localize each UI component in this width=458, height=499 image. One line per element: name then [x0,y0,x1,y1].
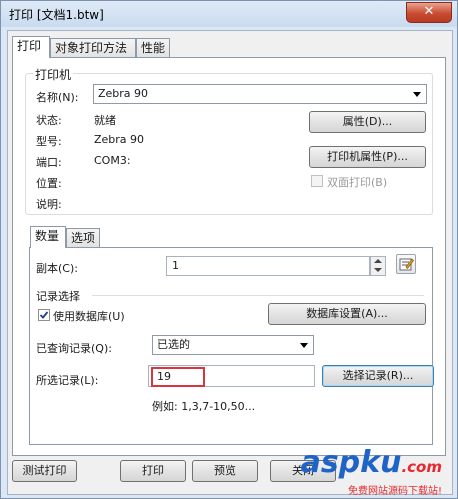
duplex-checkbox[interactable] [311,175,323,187]
watermark-brand-text: aspku [300,445,402,480]
print-dialog: 打印 [文档1.btw] ✕ 打印 对象打印方法 性能 打印机 名称(N): Z… [0,0,458,499]
tab-performance[interactable]: 性能 [136,38,170,58]
location-label: 位置: [36,177,62,190]
preview-button[interactable]: 预览 [192,460,258,482]
tab-options[interactable]: 选项 [66,228,100,248]
port-value: COM3: [94,154,131,167]
tab-quantity[interactable]: 数量 [30,226,66,248]
print-button[interactable]: 打印 [120,460,186,482]
watermark-domain: .com [401,458,442,476]
use-database-label: 使用数据库(U) [53,310,125,323]
chevron-down-icon [300,343,308,348]
edit-list-icon [399,258,414,271]
database-settings-button[interactable]: 数据库设置(A)... [268,303,426,325]
print-tab-panel: 打印机 名称(N): Zebra 90 状态: 就绪 型号: Zebra 90 … [12,57,446,456]
status-label: 状态: [36,114,62,127]
duplex-label: 双面打印(B) [327,176,388,189]
spin-up-icon[interactable] [374,259,382,263]
copies-input[interactable]: 1 [166,256,370,276]
example-hint: 例如: 1,3,7-10,50... [152,400,256,413]
chevron-down-icon [413,92,421,97]
copies-label: 副本(C): [36,262,78,275]
properties-button[interactable]: 属性(D)... [309,111,426,133]
queried-records-value: 已选的 [157,338,190,351]
tab-object-print-method[interactable]: 对象打印方法 [50,38,136,58]
model-value: Zebra 90 [94,133,145,146]
watermark-brand: aspku.com [301,447,442,483]
selected-records-highlight: 19 [151,367,205,387]
tab-print[interactable]: 打印 [12,36,50,58]
status-value: 就绪 [94,114,116,127]
printer-group-label: 打印机 [33,66,74,83]
selected-records-label: 所选记录(L): [36,374,99,387]
model-label: 型号: [36,135,62,148]
comment-label: 说明: [36,198,62,211]
printer-name-dropdown[interactable]: Zebra 90 [93,84,427,104]
test-print-button[interactable]: 测试打印 [12,460,77,482]
queried-records-label: 已查询记录(Q): [36,342,112,355]
record-selection-divider [92,295,424,296]
selected-records-input[interactable]: 19 [148,365,315,387]
use-database-checkbox[interactable] [38,309,50,321]
checkmark-icon [39,311,49,319]
title-bar: 打印 [文档1.btw] ✕ [1,1,457,27]
window-title: 打印 [文档1.btw] [9,8,104,22]
printer-properties-button[interactable]: 打印机属性(P)... [309,146,426,168]
queried-records-dropdown[interactable]: 已选的 [152,335,314,355]
close-icon[interactable]: ✕ [406,2,452,23]
port-label: 端口: [36,156,62,169]
selected-records-value: 19 [157,370,171,383]
record-selection-label: 记录选择 [36,290,80,303]
quantity-panel: 副本(C): 1 记录选择 使用数据库(U) 数据库设置(A)... 已查询记录… [29,247,434,445]
dialog-body: 打印 对象打印方法 性能 打印机 名称(N): Zebra 90 状态: 就绪 … [7,30,453,495]
watermark-logo: aspku.com 免费网站源码下载站! [266,447,456,498]
spin-down-icon[interactable] [374,268,382,272]
printer-name-value: Zebra 90 [98,87,149,100]
printer-name-label: 名称(N): [36,91,79,104]
copies-spinner[interactable] [370,256,386,276]
copies-options-button[interactable] [396,254,416,274]
select-records-button[interactable]: 选择记录(R)... [322,365,434,387]
watermark-subtitle: 免费网站源码下载站! [347,486,442,497]
